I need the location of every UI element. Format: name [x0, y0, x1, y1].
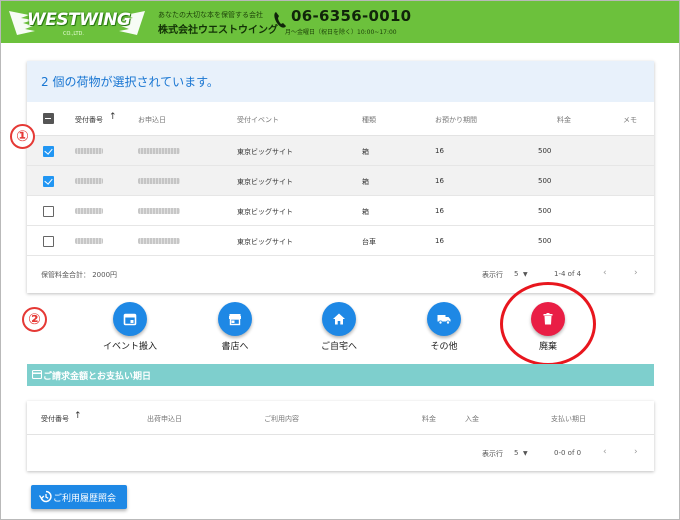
selection-banner: 2 個の荷物が選択されています。 — [27, 61, 654, 102]
billing-col-receipt-no[interactable]: 受付番号 — [41, 414, 69, 424]
redacted-applied-date — [138, 178, 180, 184]
cell-type: 箱 — [362, 148, 369, 156]
other-button[interactable] — [427, 302, 461, 336]
sort-arrow-icon[interactable]: ↑ — [109, 112, 117, 122]
col-type[interactable]: 種類 — [362, 115, 376, 125]
site-header: WESTWING CO.,LTD. あなたの大切な本を保管する会社 株式会社ウエ… — [1, 1, 679, 43]
redacted-receipt-no — [75, 208, 103, 214]
logo-text[interactable]: WESTWING — [27, 10, 131, 30]
billing-next-page-icon[interactable]: › — [634, 447, 638, 457]
event-delivery-button[interactable] — [113, 302, 147, 336]
cell-period: 16 — [435, 237, 444, 245]
billing-rows-per-page-label: 表示行 — [482, 450, 503, 458]
table-row[interactable]: 東京ビッグサイト 台車 16 500 — [27, 226, 654, 256]
billing-page-range: 0-0 of 0 — [554, 449, 582, 457]
usage-history-button[interactable]: ご利用履歴照会 — [31, 485, 127, 509]
page-range: 1-4 of 4 — [554, 270, 582, 278]
phone-number: 06-6356-0010 — [291, 7, 412, 25]
billing-table-card: 受付番号 ↑ 出荷申込日 ご利用内容 料金 入金 支払い期日 表示行 5 ▼ 0… — [27, 401, 654, 471]
cell-type: 台車 — [362, 238, 376, 246]
storage-table-card: 2 個の荷物が選択されています。 受付番号 ↑ お申込日 受付イベント 種類 お… — [27, 61, 654, 293]
cell-event: 東京ビッグサイト — [237, 148, 293, 156]
cell-period: 16 — [435, 147, 444, 155]
step-badge-2: ② — [22, 307, 47, 332]
row-checkbox[interactable] — [43, 176, 54, 187]
truck-icon — [437, 315, 451, 325]
row-checkbox[interactable] — [43, 236, 54, 247]
table-row[interactable]: 東京ビッグサイト 箱 16 500 — [27, 196, 654, 226]
row-checkbox[interactable] — [43, 146, 54, 157]
selection-count-text: 2 個の荷物が選択されています。 — [41, 75, 219, 89]
redacted-applied-date — [138, 148, 180, 154]
rows-per-page-select[interactable]: 5 — [514, 270, 518, 278]
rows-per-page-label: 表示行 — [482, 271, 503, 279]
row-checkbox[interactable] — [43, 206, 54, 217]
billing-col-due[interactable]: 支払い期日 — [551, 414, 586, 424]
cell-period: 16 — [435, 207, 444, 215]
business-hours: 月～金曜日（祝日を除く）10:00~17:00 — [285, 29, 397, 36]
home-icon — [333, 313, 345, 325]
billing-rows-per-page-select[interactable]: 5 — [514, 449, 518, 457]
billing-col-usage[interactable]: ご利用内容 — [264, 414, 299, 424]
col-applied-date[interactable]: お申込日 — [138, 115, 166, 125]
billing-sort-arrow-icon[interactable]: ↑ — [74, 411, 82, 421]
table-header-row: 受付番号 ↑ お申込日 受付イベント 種類 お預かり期間 料金 メモ — [27, 102, 654, 136]
cell-event: 東京ビッグサイト — [237, 208, 293, 216]
billing-col-ship-date[interactable]: 出荷申込日 — [147, 414, 182, 424]
storage-total: 保管料金合計： 2000円 — [41, 271, 118, 279]
cell-type: 箱 — [362, 208, 369, 216]
bookstore-label: 書店へ — [221, 342, 249, 352]
redacted-receipt-no — [75, 148, 103, 154]
home-button[interactable] — [322, 302, 356, 336]
col-period[interactable]: お預かり期間 — [435, 115, 477, 125]
billing-col-fee[interactable]: 料金 — [422, 414, 436, 424]
event-delivery-label: イベント搬入 — [102, 342, 157, 352]
billing-header-row: 受付番号 ↑ 出荷申込日 ご利用内容 料金 入金 支払い期日 — [27, 401, 654, 435]
billing-footer: 表示行 5 ▼ 0-0 of 0 ‹ › — [27, 435, 654, 471]
cell-fee: 500 — [538, 147, 552, 155]
step-badge-1: ① — [10, 124, 35, 149]
dropdown-caret-icon[interactable]: ▼ — [523, 271, 528, 278]
store-icon — [229, 314, 241, 326]
col-event[interactable]: 受付イベント — [237, 115, 279, 125]
redacted-receipt-no — [75, 178, 103, 184]
tagline: あなたの大切な本を保管する会社 — [158, 11, 263, 19]
redacted-applied-date — [138, 238, 180, 244]
col-fee[interactable]: 料金 — [557, 115, 571, 125]
billing-prev-page-icon[interactable]: ‹ — [603, 447, 607, 457]
credit-card-icon — [32, 370, 42, 379]
select-all-checkbox[interactable] — [43, 113, 54, 124]
cell-type: 箱 — [362, 178, 369, 186]
prev-page-icon[interactable]: ‹ — [603, 268, 607, 278]
highlight-circle — [500, 282, 596, 366]
redacted-receipt-no — [75, 238, 103, 244]
cell-period: 16 — [435, 177, 444, 185]
logo-subtext: CO.,LTD. — [63, 31, 84, 37]
cell-fee: 500 — [538, 207, 552, 215]
billing-title: ご請求金額とお支払い期日 — [43, 372, 152, 382]
cell-fee: 500 — [538, 237, 552, 245]
col-receipt-no[interactable]: 受付番号 — [75, 115, 103, 125]
home-label: ご自宅へ — [320, 342, 357, 352]
cell-event: 東京ビッグサイト — [237, 178, 293, 186]
cell-fee: 500 — [538, 177, 552, 185]
billing-col-deposit[interactable]: 入金 — [465, 414, 479, 424]
billing-dropdown-caret-icon[interactable]: ▼ — [523, 450, 528, 457]
col-memo[interactable]: メモ — [623, 115, 637, 125]
redacted-applied-date — [138, 208, 180, 214]
table-row[interactable]: 東京ビッグサイト 箱 16 500 — [27, 136, 654, 166]
next-page-icon[interactable]: › — [634, 268, 638, 278]
other-label: その他 — [430, 342, 458, 352]
usage-history-label: ご利用履歴照会 — [53, 494, 117, 504]
billing-section-header: ご請求金額とお支払い期日 — [27, 364, 654, 386]
calendar-icon — [123, 313, 137, 326]
history-icon — [39, 490, 52, 503]
bookstore-button[interactable] — [218, 302, 252, 336]
company-name: 株式会社ウエストウイング — [158, 25, 278, 36]
cell-event: 東京ビッグサイト — [237, 238, 293, 246]
table-row[interactable]: 東京ビッグサイト 箱 16 500 — [27, 166, 654, 196]
